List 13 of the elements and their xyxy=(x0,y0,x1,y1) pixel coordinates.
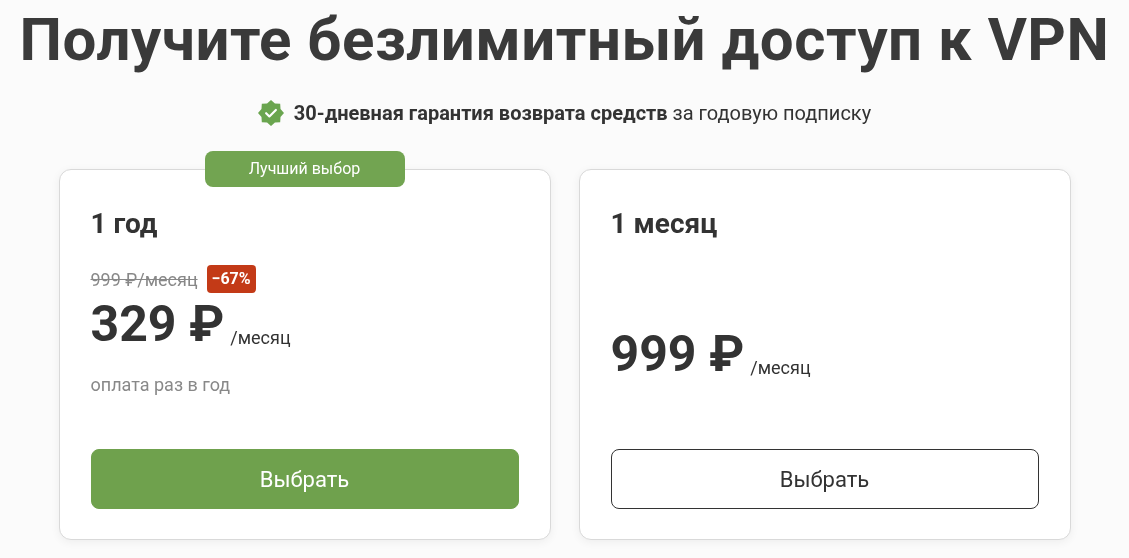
discount-badge: −67% xyxy=(206,265,256,293)
old-price: 999 ₽/месяц xyxy=(90,267,198,292)
price-unit: /месяц xyxy=(750,359,811,377)
plan-name: 1 год xyxy=(90,206,159,241)
best-choice-badge: Лучший выбор xyxy=(204,151,405,187)
price: 329 ₽ xyxy=(90,299,225,349)
plan-name: 1 месяц xyxy=(610,206,719,241)
price: 999 ₽ xyxy=(610,329,745,379)
guarantee-text: 30-дневная гарантия возврата средств за годовую подписку xyxy=(293,100,872,127)
price-unit: /месяц xyxy=(230,329,291,347)
billing-note: оплата раз в год xyxy=(90,373,232,397)
select-button[interactable]: Выбрать xyxy=(610,449,1039,509)
check-badge-icon xyxy=(257,100,284,126)
